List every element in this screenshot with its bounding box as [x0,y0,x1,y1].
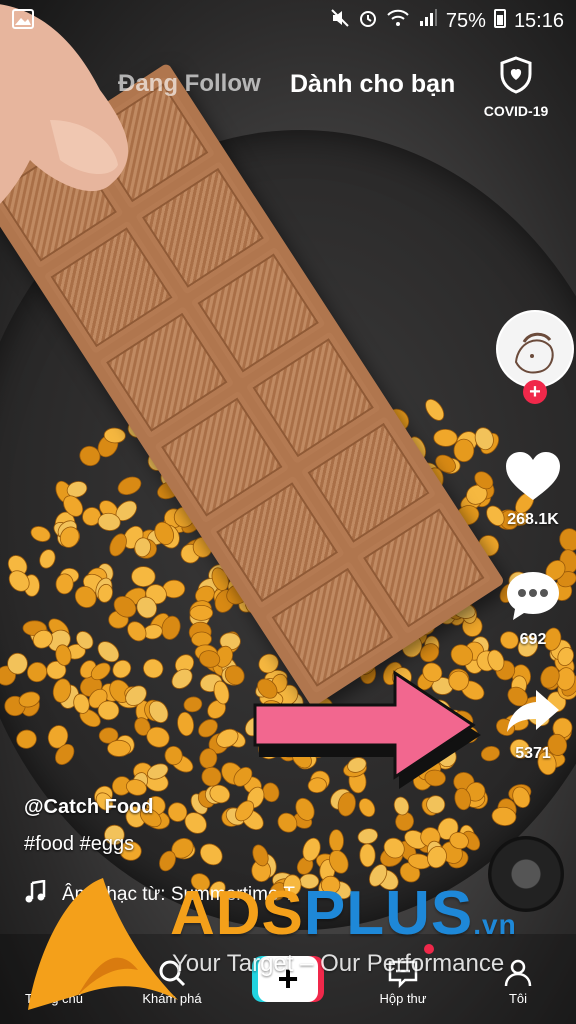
follow-plus-button[interactable]: + [523,380,547,404]
corn-kernel [97,700,120,721]
share-button[interactable]: 5371 [498,686,568,763]
covid-button[interactable]: COVID-19 [480,56,552,119]
corn-kernel [453,438,475,463]
corn-kernel [191,631,212,647]
tiktok-feed-screen: 75% 15:16 Đang Follow Dành cho bạn COVID… [0,0,576,1024]
corn-kernel [131,566,156,588]
corn-kernel [277,812,298,833]
share-icon [504,690,562,740]
comment-count: 692 [519,631,547,648]
corn-kernel [39,549,56,569]
corn-kernel [117,476,142,495]
battery-icon [493,8,506,34]
corn-kernel [559,528,576,552]
heart-icon [504,452,562,506]
corn-kernel [171,668,193,689]
status-bar: 75% 15:16 [0,0,576,40]
adsplus-logo [28,878,178,1010]
corn-kernel [199,843,223,866]
arrow-overlay-icon [253,670,481,789]
avatar[interactable] [496,310,574,388]
adsplus-tagline: Your Target – Our Performance [172,950,505,977]
corn-kernel [107,739,131,757]
adsplus-wordmark: ADSPLUS.vn [170,878,517,949]
like-count: 268.1K [507,511,559,528]
mute-icon [330,8,350,34]
video-hand [0,4,128,204]
comment-button[interactable]: 692 [498,568,568,649]
shield-icon [499,56,533,98]
video-caption: @Catch Food #food #eggs [24,796,154,856]
video-hashtags[interactable]: #food #eggs [24,833,154,856]
profile-icon [502,959,534,991]
corn-kernel [177,711,195,737]
corn-kernel [201,766,222,787]
corn-kernel [143,658,164,679]
inbox-icon [387,960,419,991]
nav-inbox-label: Hộp thư [379,991,427,1006]
nav-profile-label: Tôi [508,991,528,1006]
corn-kernel [30,526,51,542]
image-icon [12,9,34,35]
wifi-icon [386,8,410,34]
signal-icon [418,8,438,34]
alarm-icon [358,8,378,34]
creator-username[interactable]: @Catch Food [24,796,154,819]
battery-level: 75% [445,9,486,32]
like-button[interactable]: 268.1K [498,450,568,529]
brand-plus: PLUS [303,879,474,948]
feed-tabs: Đang Follow Dành cho bạn COVID-19 [0,56,576,119]
corn-kernel [16,729,37,749]
corn-kernel [433,428,458,447]
share-count: 5371 [515,745,551,762]
clock: 15:16 [513,9,564,32]
corn-kernel [328,829,344,853]
corn-kernel [183,696,203,713]
creator-avatar-group[interactable]: + [496,310,574,404]
corn-kernel [425,399,445,421]
corn-kernel [358,798,376,818]
tab-following[interactable]: Đang Follow [118,70,261,98]
corn-kernel [189,605,214,621]
comment-icon [504,572,562,626]
tab-for-you[interactable]: Dành cho bạn [290,70,455,99]
brand-main: ADS [170,879,304,948]
covid-label: COVID-19 [483,103,549,119]
brand-tld: .vn [473,909,517,940]
corn-kernel [357,828,378,845]
corn-kernel [359,843,376,868]
